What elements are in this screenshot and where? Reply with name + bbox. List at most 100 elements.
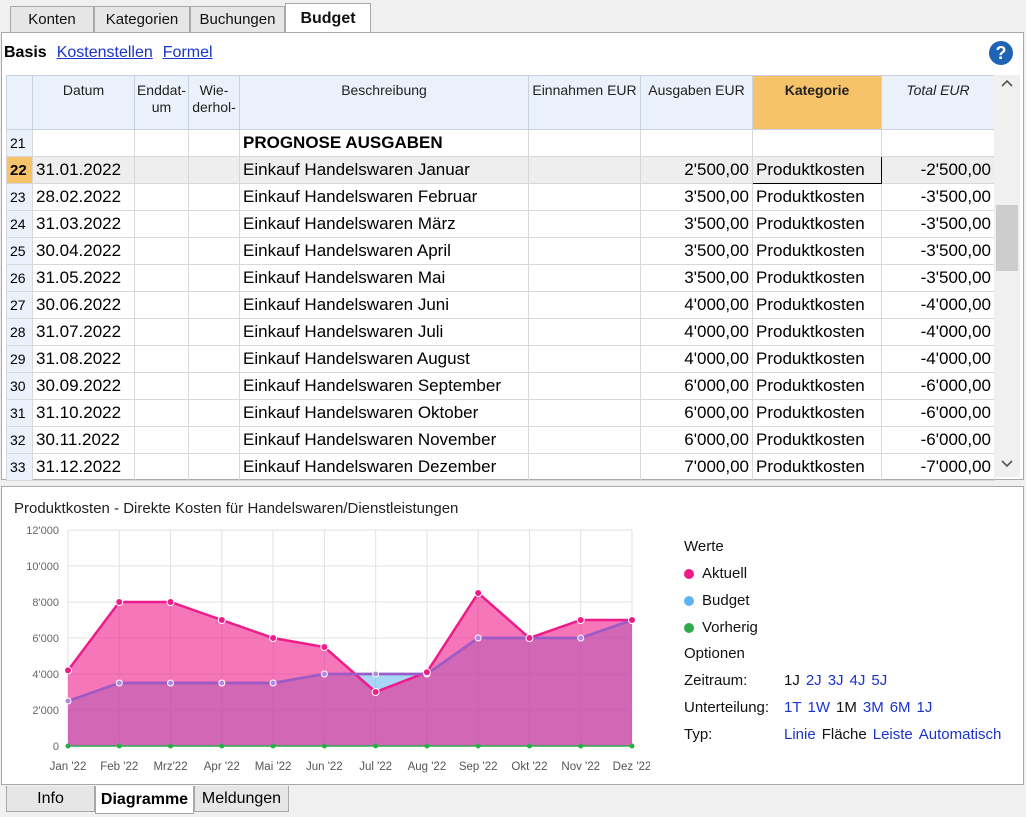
table-row[interactable]: 29 31.08.2022 Einkauf Handelswaren August 4… — [6, 345, 995, 373]
cell-einnahmen[interactable] — [528, 129, 641, 157]
cell-kategorie[interactable] — [752, 129, 882, 157]
cell-ausgaben[interactable]: 3'500,00 — [640, 264, 753, 292]
cell-enddatum[interactable] — [134, 156, 189, 184]
cell-ausgaben[interactable]: 6'000,00 — [640, 426, 753, 454]
zeitraum-5j[interactable]: 5J — [871, 672, 887, 689]
corner-header[interactable] — [6, 75, 33, 130]
cell-datum[interactable]: 30.09.2022 — [32, 372, 135, 400]
cell-beschreibung[interactable]: Einkauf Handelswaren November — [239, 426, 529, 454]
cell-wiederholen[interactable] — [188, 372, 240, 400]
cell-total[interactable]: -6'000,00 — [881, 399, 995, 427]
cell-kategorie[interactable]: Produktkosten — [752, 291, 882, 319]
cell-einnahmen[interactable] — [528, 399, 641, 427]
table-row[interactable]: 23 28.02.2022 Einkauf Handelswaren Februar… — [6, 183, 995, 211]
cell-ausgaben[interactable]: 4'000,00 — [640, 345, 753, 373]
table-row[interactable]: 30 30.09.2022 Einkauf Handelswaren Septemb… — [6, 372, 995, 400]
unterteilung-option-3[interactable]: 3M — [863, 699, 884, 716]
col-enddatum[interactable]: Enddat-um — [134, 75, 189, 130]
cell-ausgaben[interactable]: 7'000,00 — [640, 453, 753, 481]
tab-konten[interactable]: Konten — [10, 6, 94, 32]
scrollbar-thumb[interactable] — [996, 205, 1018, 271]
row-number[interactable]: 27 — [6, 291, 33, 319]
table-row[interactable]: 27 30.06.2022 Einkauf Handelswaren Juni 4'0… — [6, 291, 995, 319]
cell-einnahmen[interactable] — [528, 183, 641, 211]
row-number[interactable]: 21 — [6, 129, 33, 157]
cell-wiederholen[interactable] — [188, 453, 240, 481]
unterteilung-option-1[interactable]: 1W — [808, 699, 831, 716]
col-wiederholen[interactable]: Wie-derhol- — [188, 75, 240, 130]
row-number[interactable]: 32 — [6, 426, 33, 454]
cell-einnahmen[interactable] — [528, 291, 641, 319]
cell-ausgaben[interactable]: 6'000,00 — [640, 399, 753, 427]
tab-budget[interactable]: Budget — [285, 3, 371, 33]
cell-beschreibung[interactable]: Einkauf Handelswaren Oktober — [239, 399, 529, 427]
cell-total[interactable]: -4'000,00 — [881, 318, 995, 346]
cell-datum[interactable]: 31.08.2022 — [32, 345, 135, 373]
legend-item-budget[interactable]: Budget — [684, 587, 758, 614]
row-number[interactable]: 30 — [6, 372, 33, 400]
cell-total[interactable] — [881, 129, 995, 157]
view-kostenstellen[interactable]: Kostenstellen — [57, 44, 153, 61]
cell-kategorie[interactable]: Produktkosten — [752, 237, 882, 265]
col-beschreibung[interactable]: Beschreibung — [239, 75, 529, 130]
view-basis[interactable]: Basis — [4, 44, 47, 61]
cell-beschreibung[interactable]: Einkauf Handelswaren Juni — [239, 291, 529, 319]
help-icon[interactable]: ? — [989, 41, 1013, 65]
row-number[interactable]: 29 — [6, 345, 33, 373]
table-row[interactable]: 22 31.01.2022 Einkauf Handelswaren Januar 2… — [6, 156, 995, 184]
cell-kategorie[interactable]: Produktkosten — [752, 345, 882, 373]
tab-diagramme[interactable]: Diagramme — [95, 786, 194, 814]
tab-kategorien[interactable]: Kategorien — [94, 6, 190, 32]
cell-ausgaben[interactable]: 2'500,00 — [640, 156, 753, 184]
cell-enddatum[interactable] — [134, 291, 189, 319]
cell-total[interactable]: -3'500,00 — [881, 237, 995, 265]
row-number[interactable]: 28 — [6, 318, 33, 346]
cell-beschreibung[interactable]: Einkauf Handelswaren August — [239, 345, 529, 373]
cell-wiederholen[interactable] — [188, 318, 240, 346]
zeitraum-1j[interactable]: 1J — [784, 672, 800, 689]
cell-datum[interactable]: 31.05.2022 — [32, 264, 135, 292]
cell-total[interactable]: -2'500,00 — [881, 156, 995, 184]
zeitraum-2j[interactable]: 2J — [806, 672, 822, 689]
legend-item-vorherig[interactable]: Vorherig — [684, 614, 758, 641]
cell-beschreibung[interactable]: Einkauf Handelswaren März — [239, 210, 529, 238]
cell-total[interactable]: -7'000,00 — [881, 453, 995, 481]
cell-total[interactable]: -3'500,00 — [881, 210, 995, 238]
unterteilung-option-5[interactable]: 1J — [917, 699, 933, 716]
cell-enddatum[interactable] — [134, 426, 189, 454]
cell-wiederholen[interactable] — [188, 237, 240, 265]
legend-item-aktuell[interactable]: Aktuell — [684, 560, 758, 587]
cell-total[interactable]: -3'500,00 — [881, 264, 995, 292]
cell-datum[interactable] — [32, 129, 135, 157]
cell-einnahmen[interactable] — [528, 453, 641, 481]
table-row[interactable]: 32 30.11.2022 Einkauf Handelswaren Novembe… — [6, 426, 995, 454]
typ-option-2[interactable]: Leiste — [873, 726, 913, 743]
cell-wiederholen[interactable] — [188, 291, 240, 319]
typ-option-3[interactable]: Automatisch — [919, 726, 1002, 743]
row-number[interactable]: 25 — [6, 237, 33, 265]
cell-datum[interactable]: 31.10.2022 — [32, 399, 135, 427]
cell-einnahmen[interactable] — [528, 345, 641, 373]
cell-beschreibung[interactable]: Einkauf Handelswaren Juli — [239, 318, 529, 346]
cell-wiederholen[interactable] — [188, 156, 240, 184]
cell-kategorie[interactable]: Produktkosten — [752, 156, 882, 184]
typ-option-0[interactable]: Linie — [784, 726, 816, 743]
cell-wiederholen[interactable] — [188, 426, 240, 454]
row-number[interactable]: 23 — [6, 183, 33, 211]
view-formel[interactable]: Formel — [163, 44, 213, 61]
table-row[interactable]: 28 31.07.2022 Einkauf Handelswaren Juli 4'0… — [6, 318, 995, 346]
cell-datum[interactable]: 31.07.2022 — [32, 318, 135, 346]
cell-enddatum[interactable] — [134, 372, 189, 400]
cell-beschreibung[interactable]: Einkauf Handelswaren September — [239, 372, 529, 400]
cell-wiederholen[interactable] — [188, 264, 240, 292]
cell-enddatum[interactable] — [134, 345, 189, 373]
cell-wiederholen[interactable] — [188, 345, 240, 373]
cell-beschreibung[interactable]: Einkauf Handelswaren Januar — [239, 156, 529, 184]
row-number[interactable]: 22 — [6, 156, 33, 184]
cell-enddatum[interactable] — [134, 318, 189, 346]
row-number[interactable]: 33 — [6, 453, 33, 481]
cell-einnahmen[interactable] — [528, 156, 641, 184]
cell-enddatum[interactable] — [134, 237, 189, 265]
cell-enddatum[interactable] — [134, 183, 189, 211]
row-number[interactable]: 24 — [6, 210, 33, 238]
